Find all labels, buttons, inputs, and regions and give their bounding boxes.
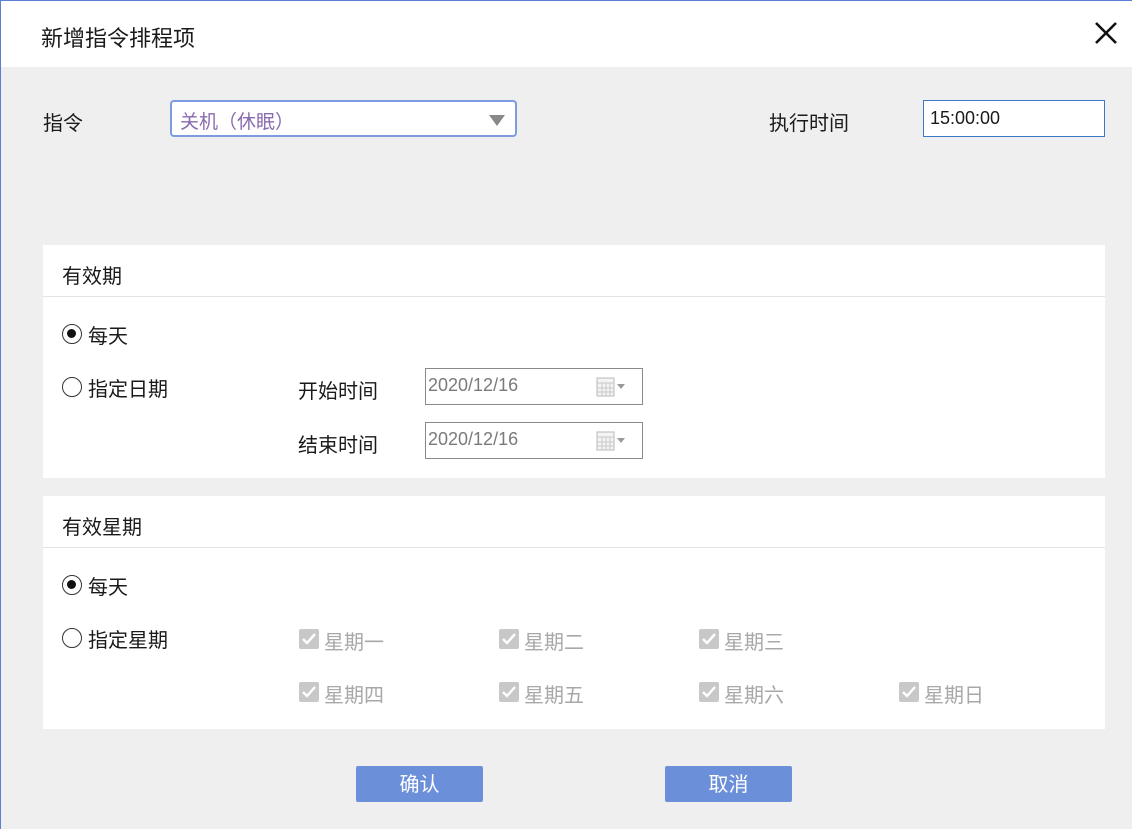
end-date-label: 结束时间	[298, 433, 378, 457]
weekday-label: 星期六	[724, 683, 784, 707]
start-date-input[interactable]: 2020/12/16	[425, 368, 643, 405]
weekday-label: 星期日	[924, 683, 984, 707]
weekday-checkbox-thu[interactable]	[299, 682, 319, 702]
cancel-button[interactable]: 取消	[665, 766, 792, 802]
checkmark-icon	[902, 686, 916, 698]
schedule-dialog: 新增指令排程项 指令 关机（休眠） 执行时间 有效期 每天 指定日期 开始时间 …	[0, 0, 1132, 829]
weekdays-specific-radio[interactable]	[62, 628, 82, 648]
start-date-value: 2020/12/16	[428, 375, 519, 395]
weekdays-specific-label: 指定星期	[88, 628, 168, 652]
weekday-checkbox-wed[interactable]	[699, 629, 719, 649]
checkmark-icon	[302, 633, 316, 645]
validity-every-day-radio[interactable]	[62, 324, 82, 344]
weekday-label: 星期四	[324, 683, 384, 707]
dialog-title: 新增指令排程项	[41, 27, 196, 52]
command-select-value: 关机（休眠）	[180, 111, 295, 133]
start-date-label: 开始时间	[298, 379, 378, 403]
end-date-input[interactable]: 2020/12/16	[425, 422, 643, 459]
weekdays-panel-header: 有效星期	[43, 496, 1105, 548]
end-date-value: 2020/12/16	[428, 429, 519, 449]
weekday-label: 星期二	[524, 630, 584, 654]
weekday-label: 星期五	[524, 683, 584, 707]
weekday-label: 星期一	[324, 630, 384, 654]
calendar-icon[interactable]	[596, 377, 626, 397]
weekdays-panel: 有效星期 每天 指定星期 星期一 星期二 星期三 星期四 星期五 星期六 星期日	[43, 496, 1105, 729]
checkmark-icon	[502, 686, 516, 698]
close-icon[interactable]	[1090, 17, 1122, 49]
exec-time-label: 执行时间	[769, 111, 849, 135]
exec-time-input[interactable]	[923, 100, 1105, 137]
weekdays-title: 有效星期	[62, 515, 142, 539]
weekday-checkbox-fri[interactable]	[499, 682, 519, 702]
command-select[interactable]: 关机（休眠）	[170, 100, 517, 137]
weekday-checkbox-sun[interactable]	[899, 682, 919, 702]
validity-every-day-label: 每天	[88, 324, 128, 348]
weekday-checkbox-sat[interactable]	[699, 682, 719, 702]
weekdays-every-day-label: 每天	[88, 575, 128, 599]
calendar-icon[interactable]	[596, 431, 626, 451]
validity-panel-header: 有效期	[43, 245, 1105, 297]
checkmark-icon	[702, 686, 716, 698]
weekdays-every-day-radio[interactable]	[62, 575, 82, 595]
confirm-button[interactable]: 确认	[356, 766, 483, 802]
dialog-titlebar: 新增指令排程项	[1, 1, 1132, 67]
weekday-checkbox-tue[interactable]	[499, 629, 519, 649]
validity-panel: 有效期 每天 指定日期 开始时间 2020/12/16 结束时间 2020/12…	[43, 245, 1105, 478]
checkmark-icon	[302, 686, 316, 698]
weekday-checkbox-mon[interactable]	[299, 629, 319, 649]
validity-title: 有效期	[62, 264, 122, 288]
chevron-down-icon	[489, 115, 505, 126]
weekday-label: 星期三	[724, 630, 784, 654]
checkmark-icon	[702, 633, 716, 645]
command-label: 指令	[43, 111, 83, 135]
checkmark-icon	[502, 633, 516, 645]
dialog-body: 指令 关机（休眠） 执行时间 有效期 每天 指定日期 开始时间 2020/12/…	[1, 67, 1132, 829]
validity-specific-date-label: 指定日期	[88, 377, 168, 401]
validity-specific-date-radio[interactable]	[62, 377, 82, 397]
